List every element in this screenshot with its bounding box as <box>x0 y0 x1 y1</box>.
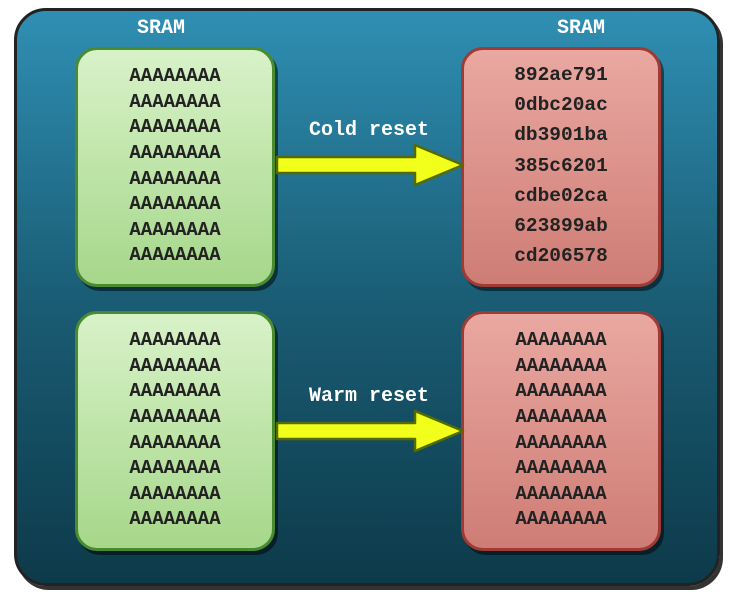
mem-row: AAAAAAAA <box>515 482 606 508</box>
mem-row: AAAAAAAA <box>129 115 220 141</box>
warm-reset-label: Warm reset <box>309 385 429 408</box>
mem-row: 0dbc20ac <box>514 90 608 120</box>
mem-row: AAAAAAAA <box>515 354 606 380</box>
sram-box-before-warm: AAAAAAAA AAAAAAAA AAAAAAAA AAAAAAAA AAAA… <box>75 311 275 551</box>
mem-row: AAAAAAAA <box>515 379 606 405</box>
mem-row: AAAAAAAA <box>515 456 606 482</box>
mem-row: AAAAAAAA <box>515 405 606 431</box>
diagram-canvas: SRAM SRAM AAAAAAAA AAAAAAAA AAAAAAAA AAA… <box>14 8 720 586</box>
mem-row: AAAAAAAA <box>129 218 220 244</box>
mem-row: AAAAAAAA <box>129 328 220 354</box>
mem-row: AAAAAAAA <box>515 507 606 533</box>
cold-reset-label: Cold reset <box>309 119 429 142</box>
sram-box-after-cold: 892ae791 0dbc20ac db3901ba 385c6201 cdbe… <box>461 47 661 287</box>
mem-row: AAAAAAAA <box>129 482 220 508</box>
mem-row: AAAAAAAA <box>129 64 220 90</box>
mem-row: AAAAAAAA <box>129 379 220 405</box>
mem-row: AAAAAAAA <box>129 507 220 533</box>
mem-row: 385c6201 <box>514 151 608 181</box>
mem-row: cd206578 <box>514 241 608 271</box>
mem-row: AAAAAAAA <box>129 90 220 116</box>
mem-row: 892ae791 <box>514 60 608 90</box>
mem-row: 623899ab <box>514 211 608 241</box>
sram-label-left: SRAM <box>137 17 185 40</box>
mem-row: AAAAAAAA <box>129 167 220 193</box>
mem-row: AAAAAAAA <box>129 431 220 457</box>
mem-row: AAAAAAAA <box>129 192 220 218</box>
mem-row: AAAAAAAA <box>129 405 220 431</box>
mem-row: AAAAAAAA <box>515 431 606 457</box>
mem-row: AAAAAAAA <box>129 141 220 167</box>
mem-row: db3901ba <box>514 120 608 150</box>
arrow-warm-reset-icon <box>275 411 465 451</box>
mem-row: AAAAAAAA <box>515 328 606 354</box>
mem-row: AAAAAAAA <box>129 456 220 482</box>
sram-box-before-cold: AAAAAAAA AAAAAAAA AAAAAAAA AAAAAAAA AAAA… <box>75 47 275 287</box>
sram-box-after-warm: AAAAAAAA AAAAAAAA AAAAAAAA AAAAAAAA AAAA… <box>461 311 661 551</box>
mem-row: AAAAAAAA <box>129 354 220 380</box>
arrow-cold-reset-icon <box>275 145 465 185</box>
sram-label-right: SRAM <box>557 17 605 40</box>
mem-row: AAAAAAAA <box>129 243 220 269</box>
mem-row: cdbe02ca <box>514 181 608 211</box>
